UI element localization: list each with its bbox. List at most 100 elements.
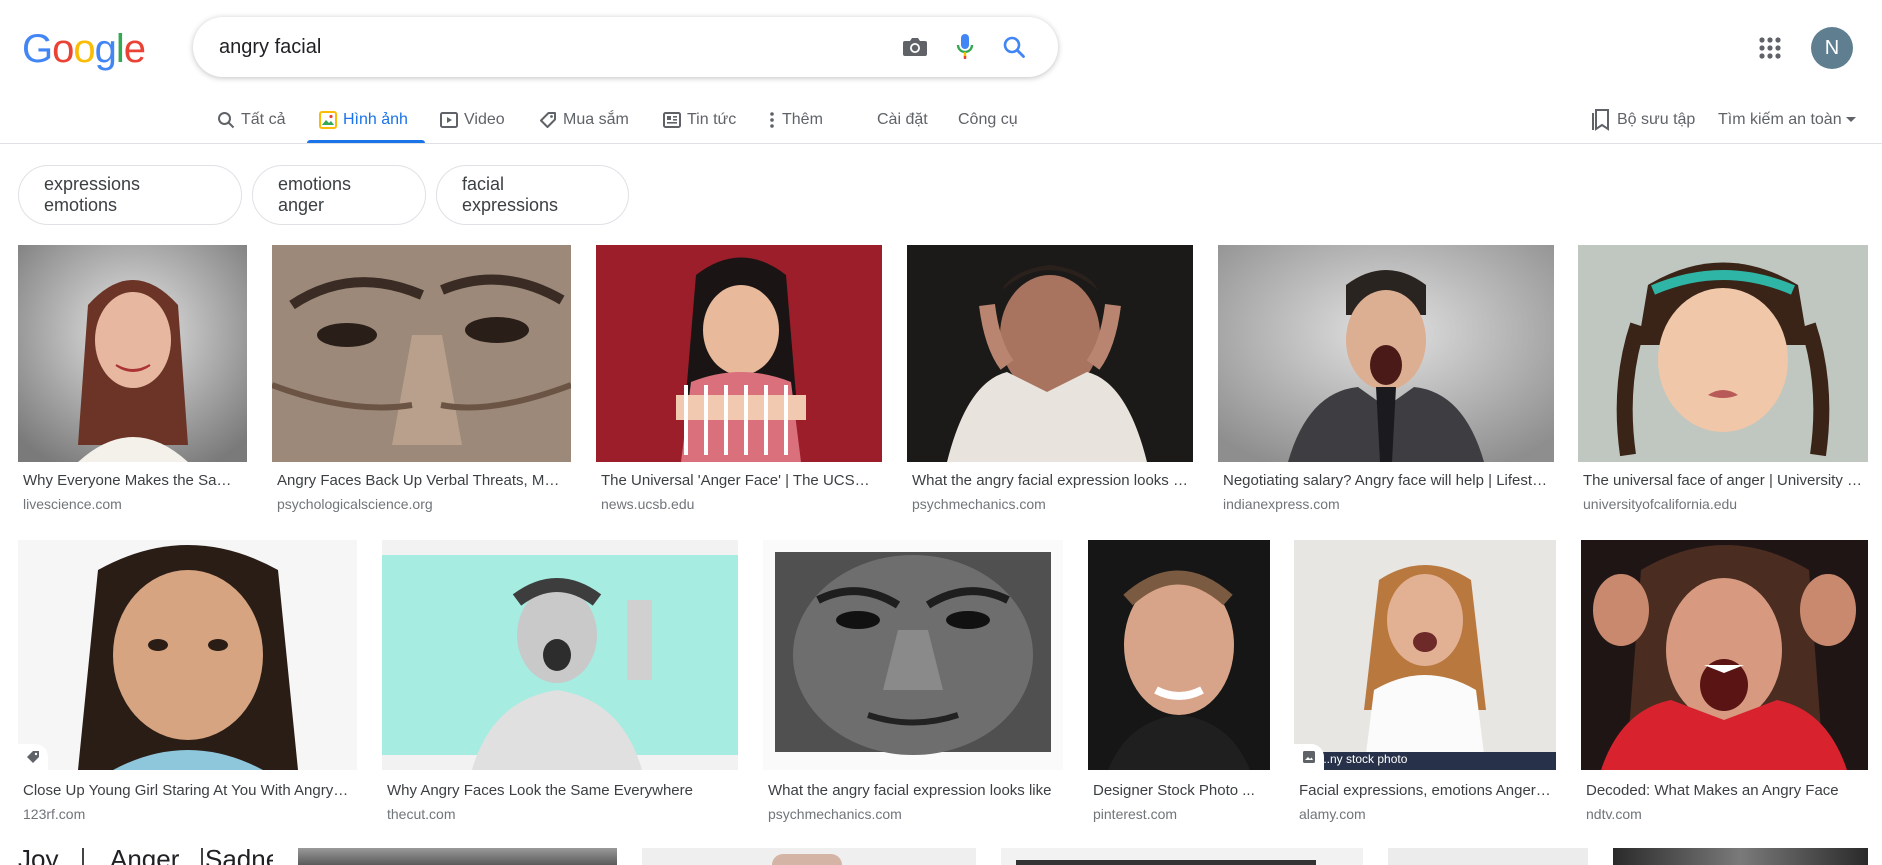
tab-all[interactable]: Tất cả bbox=[217, 96, 285, 144]
safe-search-label: Tìm kiếm an toàn bbox=[1718, 111, 1842, 128]
chip-facial-expressions[interactable]: facial expressions bbox=[436, 165, 629, 225]
image-result-partial[interactable] bbox=[298, 848, 617, 865]
safe-search-dropdown[interactable]: Tìm kiếm an toàn bbox=[1718, 96, 1863, 144]
image-result[interactable]: What the angry facial expression looks l… bbox=[907, 245, 1193, 515]
tab-more[interactable]: Thêm bbox=[768, 96, 823, 144]
thumbnail-detail bbox=[772, 854, 842, 865]
tab-label: Mua sắm bbox=[563, 111, 629, 128]
result-domain: alamy.com bbox=[1299, 806, 1366, 822]
tab-news[interactable]: Tin tức bbox=[663, 96, 736, 144]
chip-label: facial expressions bbox=[462, 174, 559, 215]
google-logo[interactable]: Google bbox=[22, 27, 146, 72]
video-icon bbox=[440, 112, 458, 128]
image-result[interactable]: The universal face of anger | University… bbox=[1578, 245, 1868, 515]
camera-icon[interactable] bbox=[898, 30, 932, 64]
active-tab-indicator bbox=[307, 140, 425, 143]
result-thumbnail[interactable] bbox=[1088, 540, 1270, 770]
result-thumbnail[interactable] bbox=[763, 540, 1063, 770]
result-title[interactable]: The universal face of anger | University… bbox=[1583, 472, 1863, 489]
tab-label: Tất cả bbox=[241, 111, 286, 128]
result-thumbnail[interactable] bbox=[1218, 245, 1554, 462]
result-title[interactable]: Angry Faces Back Up Verbal Threats, Maki… bbox=[277, 472, 566, 489]
image-result[interactable]: The Universal 'Anger Face' | The UCSB Cu… bbox=[596, 245, 882, 515]
image-result[interactable]: Negotiating salary? Angry face will help… bbox=[1218, 245, 1554, 515]
image-result[interactable]: Why Angry Faces Look the Same Everywhere… bbox=[382, 540, 738, 825]
image-result[interactable]: Decoded: What Makes an Angry Face ndtv.c… bbox=[1581, 540, 1868, 825]
watermark-text: ...ny stock photo bbox=[1320, 752, 1408, 766]
tab-images[interactable]: Hình ảnh bbox=[319, 96, 408, 144]
image-result-partial[interactable] bbox=[1613, 848, 1868, 865]
result-domain: psychmechanics.com bbox=[912, 496, 1046, 512]
tab-label: Video bbox=[464, 111, 505, 128]
tab-label: Công cụ bbox=[958, 111, 1018, 128]
product-tag-badge bbox=[18, 744, 48, 770]
partial-text: Anger bbox=[110, 848, 180, 865]
result-title[interactable]: What the angry facial expression looks l… bbox=[768, 782, 1058, 799]
result-thumbnail[interactable] bbox=[596, 245, 882, 462]
result-thumbnail[interactable] bbox=[382, 540, 738, 770]
result-title[interactable]: Designer Stock Photo ... bbox=[1093, 782, 1265, 799]
image-result[interactable]: What the angry facial expression looks l… bbox=[763, 540, 1063, 825]
result-title[interactable]: Why Everyone Makes the Same Angry Face bbox=[23, 472, 242, 489]
image-result-partial[interactable]: Joy Anger Sadne bbox=[18, 848, 273, 865]
result-title[interactable]: The Universal 'Anger Face' | The UCSB Cu… bbox=[601, 472, 877, 489]
result-thumbnail[interactable] bbox=[272, 245, 571, 462]
result-domain: ndtv.com bbox=[1586, 806, 1642, 822]
tab-video[interactable]: Video bbox=[440, 96, 505, 144]
tab-label: Tin tức bbox=[687, 111, 737, 128]
divider bbox=[82, 848, 84, 865]
result-thumbnail[interactable] bbox=[18, 245, 247, 462]
image-result-partial[interactable] bbox=[1001, 848, 1363, 865]
thumbnail-detail bbox=[1016, 860, 1316, 865]
result-title[interactable]: Facial expressions, emotions Anger ... bbox=[1299, 782, 1551, 799]
bookmark-icon bbox=[1592, 109, 1609, 131]
logo-letter: G bbox=[22, 27, 53, 71]
apps-grid-icon[interactable] bbox=[1754, 32, 1786, 64]
image-result[interactable]: Angry Faces Back Up Verbal Threats, Maki… bbox=[272, 245, 571, 515]
image-icon bbox=[319, 111, 337, 129]
result-domain: pinterest.com bbox=[1093, 806, 1178, 822]
result-title[interactable]: Close Up Young Girl Staring At You With … bbox=[23, 782, 352, 799]
tab-shopping[interactable]: Mua sắm bbox=[539, 96, 629, 144]
result-title[interactable]: Decoded: What Makes an Angry Face bbox=[1586, 782, 1863, 799]
collections-link[interactable]: Bộ sưu tập bbox=[1591, 96, 1695, 144]
logo-letter: o bbox=[73, 27, 95, 71]
result-thumbnail[interactable] bbox=[1578, 245, 1868, 462]
image-icon bbox=[1303, 751, 1315, 763]
chip-expressions-emotions[interactable]: expressions emotions bbox=[18, 165, 242, 225]
image-result-partial[interactable] bbox=[642, 848, 976, 865]
chip-label: emotions anger bbox=[278, 174, 352, 215]
tab-tools[interactable]: Công cụ bbox=[958, 96, 1018, 144]
image-result[interactable]: Designer Stock Photo ... pinterest.com bbox=[1088, 540, 1270, 825]
result-thumbnail[interactable] bbox=[907, 245, 1193, 462]
search-box bbox=[193, 17, 1058, 77]
logo-letter: e bbox=[123, 27, 146, 71]
image-result[interactable]: Close Up Young Girl Staring At You With … bbox=[18, 540, 357, 825]
result-domain: 123rf.com bbox=[23, 806, 86, 822]
search-tabs: Tất cả Hình ảnh Video Mua sắm Tin tức Th… bbox=[0, 96, 1882, 144]
image-result-partial[interactable] bbox=[1388, 848, 1588, 865]
result-title[interactable]: What the angry facial expression looks l… bbox=[912, 472, 1188, 489]
result-title[interactable]: Why Angry Faces Look the Same Everywhere bbox=[387, 782, 733, 799]
partial-text: Sadne bbox=[205, 848, 273, 865]
tag-icon bbox=[27, 751, 39, 763]
chip-emotions-anger[interactable]: emotions anger bbox=[252, 165, 426, 225]
partial-text: Joy bbox=[18, 848, 59, 865]
microphone-icon[interactable] bbox=[948, 30, 982, 64]
result-thumbnail[interactable]: ...ny stock photo bbox=[1294, 540, 1556, 770]
image-result[interactable]: Why Everyone Makes the Same Angry Face l… bbox=[18, 245, 247, 515]
tab-label: Hình ảnh bbox=[343, 111, 408, 128]
tab-settings[interactable]: Cài đặt bbox=[877, 96, 928, 144]
result-domain: universityofcalifornia.edu bbox=[1583, 496, 1738, 512]
result-title[interactable]: Negotiating salary? Angry face will help… bbox=[1223, 472, 1549, 489]
result-thumbnail[interactable] bbox=[18, 540, 357, 770]
search-input[interactable] bbox=[219, 34, 859, 60]
chip-label: expressions emotions bbox=[44, 174, 141, 215]
result-domain: indianexpress.com bbox=[1223, 496, 1340, 512]
avatar-initial: N bbox=[1824, 36, 1840, 59]
search-icon[interactable] bbox=[997, 30, 1031, 64]
avatar[interactable]: N bbox=[1811, 27, 1853, 69]
image-result[interactable]: ...ny stock photo Facial expressions, em… bbox=[1294, 540, 1556, 825]
result-thumbnail[interactable] bbox=[1581, 540, 1868, 770]
search-icon bbox=[218, 112, 235, 129]
